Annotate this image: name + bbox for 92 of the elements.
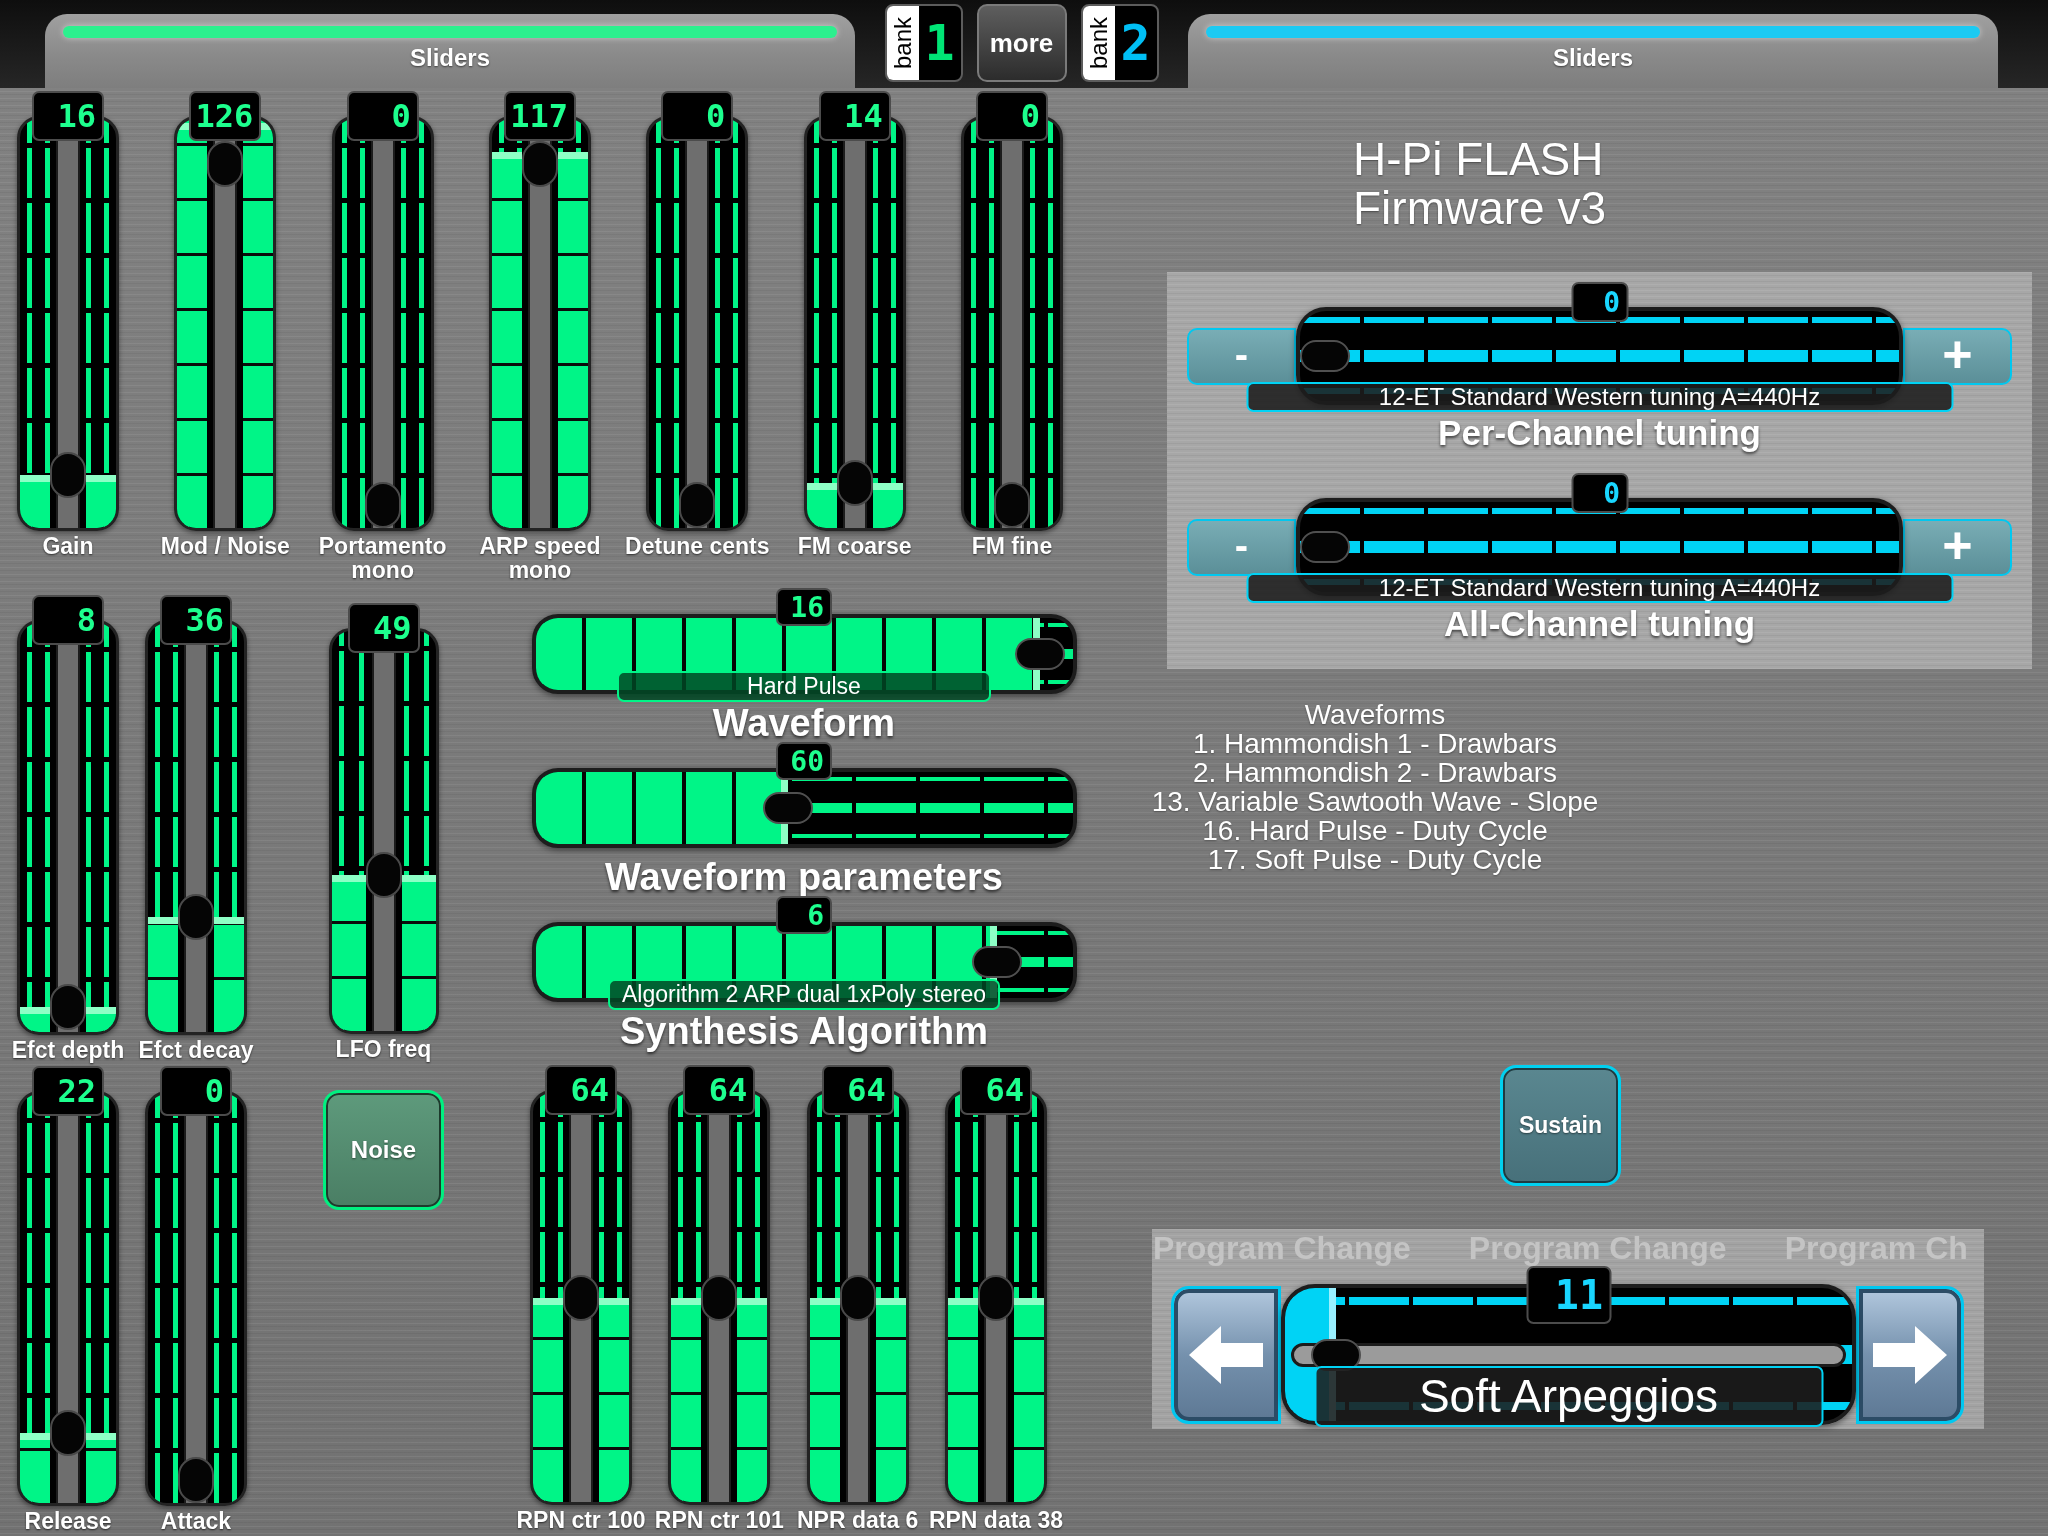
fader-label: Detune cents — [625, 534, 770, 558]
slider-handle[interactable] — [839, 1274, 876, 1321]
slider-handle[interactable] — [993, 482, 1030, 528]
fader-label: Mod / Noise — [160, 534, 290, 558]
right-arrow-button[interactable] — [1856, 1285, 1964, 1424]
help-line: 1. Hammondish 1 - Drawbars — [1192, 729, 1558, 758]
slider-handle[interactable] — [207, 141, 244, 187]
slider-handle[interactable] — [50, 451, 86, 498]
slider-title: Synthesis Algorithm — [619, 1012, 989, 1050]
fader-label: NPR data 6 — [796, 1508, 919, 1532]
slider-handle[interactable] — [50, 984, 86, 1031]
fader-label: FM fine — [971, 534, 1053, 558]
left-arrow-icon — [1189, 1325, 1263, 1384]
firmware-title: H-Pi FLASH — [1353, 135, 1605, 184]
left-arrow-button[interactable] — [1171, 1285, 1281, 1424]
fader-label: Gain — [42, 534, 94, 558]
firmware-title: Firmware v3 — [1353, 184, 1607, 233]
slider-handle[interactable] — [178, 1457, 214, 1503]
slider-handle[interactable] — [679, 482, 716, 528]
slider-handle[interactable] — [1015, 638, 1066, 670]
plus-button[interactable]: + — [1903, 518, 2012, 576]
fader-label: FM coarse — [797, 534, 912, 558]
slider-title: Waveform — [712, 704, 896, 742]
fader-label: Attack — [160, 1509, 232, 1533]
fader-label: ARP speed mono — [478, 534, 602, 582]
slider-handle[interactable] — [978, 1274, 1014, 1321]
value-display: 14 — [818, 91, 891, 141]
value-display: 64 — [545, 1065, 617, 1115]
slider-title: All-Channel tuning — [1443, 606, 1756, 641]
value-label: Hard Pulse — [617, 671, 991, 702]
slider-handle[interactable] — [522, 141, 558, 187]
slider-title: Waveform parameters — [605, 858, 1003, 896]
help-line: 2. Hammondish 2 - Drawbars — [1192, 758, 1558, 787]
slider-handle[interactable] — [1300, 531, 1350, 563]
minus-button[interactable]: - — [1187, 327, 1296, 385]
slider-handle[interactable] — [50, 1410, 86, 1457]
value-display: 64 — [821, 1065, 894, 1115]
help-line: 17. Soft Pulse - Duty Cycle — [1207, 845, 1543, 874]
minus-button[interactable]: - — [1187, 518, 1296, 576]
value-display: 64 — [960, 1065, 1032, 1115]
slider-handle[interactable] — [972, 946, 1023, 978]
slider-handle[interactable] — [364, 482, 401, 528]
fader-label: RPN ctr 100 — [516, 1508, 646, 1532]
value-display: 16 — [776, 588, 832, 626]
bank-button[interactable]: bank 1 — [884, 4, 963, 82]
value-label: Algorithm 2 ARP dual 1xPoly stereo — [608, 979, 1000, 1010]
value-display: 36 — [160, 595, 232, 645]
slider-handle[interactable] — [178, 894, 214, 941]
value-display: 0 — [346, 91, 419, 141]
value-display: 0 — [1571, 473, 1628, 513]
value-display: 8 — [32, 595, 104, 645]
value-display: 6 — [776, 896, 832, 934]
help-line: 16. Hard Pulse - Duty Cycle — [1202, 816, 1548, 845]
value-label: Soft Arpeggios — [1314, 1366, 1823, 1427]
bank-button[interactable]: bank 2 — [1080, 4, 1159, 82]
fader-label: LFO freq — [335, 1037, 432, 1061]
slider-handle[interactable] — [1300, 340, 1350, 372]
value-display: 126 — [189, 91, 262, 141]
value-display: 0 — [160, 1066, 232, 1116]
more-button[interactable]: more — [976, 4, 1067, 82]
fader-label: Release — [24, 1509, 112, 1533]
slider-handle[interactable] — [365, 852, 402, 898]
slider-handle[interactable] — [701, 1274, 738, 1321]
fader-label: Efct decay — [138, 1038, 254, 1062]
help-line: 13. Variable Sawtooth Wave - Slope — [1151, 787, 1599, 816]
value-label: 12-ET Standard Western tuning A=440Hz — [1246, 573, 1953, 603]
value-display: 117 — [504, 91, 576, 141]
right-arrow-icon — [1873, 1325, 1947, 1384]
slider-handle[interactable] — [836, 460, 873, 506]
panel-title: Sliders — [409, 44, 490, 72]
value-display: 0 — [661, 91, 734, 141]
value-display: 16 — [32, 91, 104, 141]
value-label: 12-ET Standard Western tuning A=440Hz — [1246, 382, 1953, 412]
sustain-button[interactable]: Sustain — [1500, 1065, 1621, 1186]
value-display: 0 — [975, 91, 1048, 141]
fader-label: Portamento mono — [317, 534, 448, 582]
slider-handle[interactable] — [563, 1274, 599, 1321]
value-display: 0 — [1571, 282, 1628, 322]
help-heading: Waveforms — [1304, 700, 1446, 729]
fader-label: RPN data 38 — [928, 1508, 1064, 1532]
fader-label: RPN ctr 101 — [654, 1508, 784, 1532]
value-display: 11 — [1526, 1266, 1611, 1324]
slider-title: Per-Channel tuning — [1438, 415, 1761, 450]
slider-handle[interactable] — [762, 792, 813, 824]
noise-button[interactable]: Noise — [323, 1090, 444, 1210]
panel-title: Sliders — [1552, 44, 1633, 72]
plus-button[interactable]: + — [1903, 327, 2012, 385]
value-display: 22 — [32, 1066, 104, 1116]
value-display: 49 — [347, 603, 420, 653]
value-display: 60 — [776, 742, 832, 780]
fader-label: Efct depth — [11, 1038, 125, 1062]
value-display: 64 — [683, 1065, 756, 1115]
